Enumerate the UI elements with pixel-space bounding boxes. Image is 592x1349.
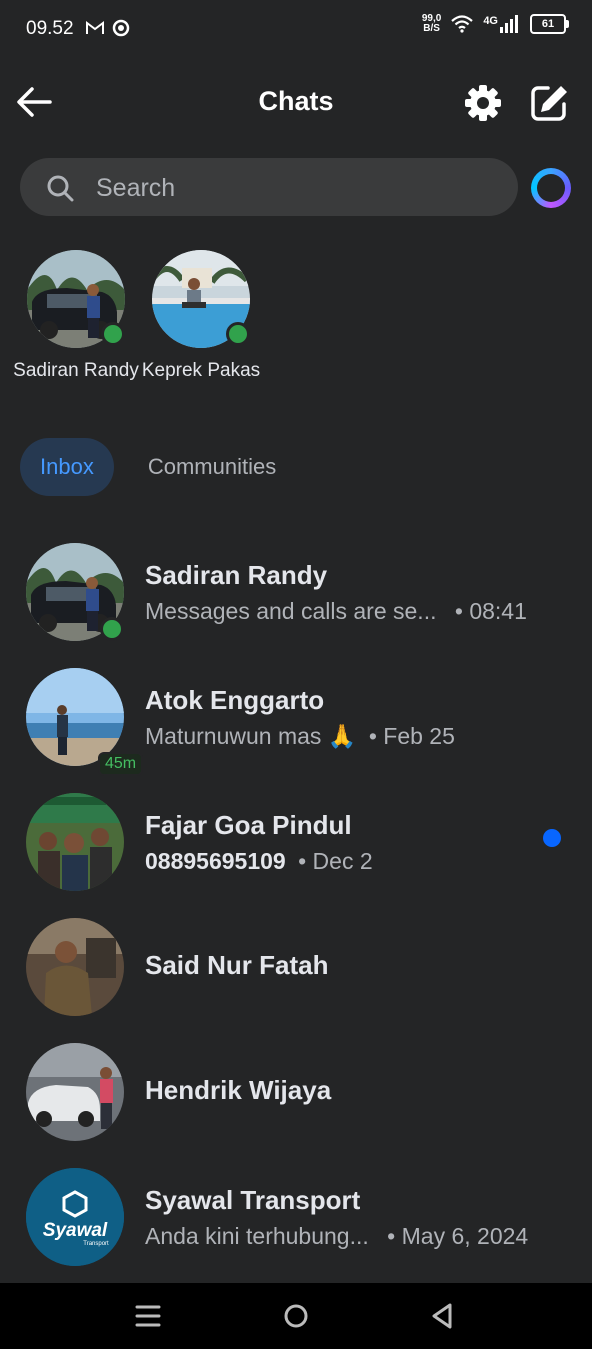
chat-time: • May 6, 2024 (387, 1223, 529, 1249)
notification-icon (112, 19, 130, 37)
chat-time: • Dec 2 (298, 848, 373, 874)
chat-row[interactable]: 45m Atok Enggarto Maturnuwun mas 🙏 • Feb… (0, 665, 592, 776)
header: Chats (0, 70, 592, 134)
home-circle-icon (284, 1304, 308, 1328)
system-nav-bar (0, 1283, 592, 1349)
chat-preview: Messages and calls are se... (145, 598, 437, 624)
compose-button[interactable] (528, 82, 572, 122)
logo-text: Syawal (43, 1220, 108, 1241)
avatar (26, 793, 124, 891)
chat-name: Sadiran Randy (145, 560, 328, 590)
chat-name: Syawal Transport (145, 1185, 361, 1215)
settings-button[interactable] (462, 82, 506, 122)
chat-row[interactable]: Syawal Transport Syawal Transport Anda k… (0, 1165, 592, 1269)
recents-button[interactable] (128, 1297, 168, 1335)
chat-row[interactable]: Said Nur Fatah (0, 915, 592, 1019)
status-time: 09.52 (26, 18, 74, 39)
chat-name: Said Nur Fatah (145, 950, 329, 980)
chat-name: Hendrik Wijaya (145, 1075, 332, 1105)
active-contact-name: Sadiran Randy (13, 360, 139, 381)
network-speed: 99,0 B/S (421, 13, 442, 34)
tab-communities[interactable]: Communities (128, 438, 296, 496)
network-type: 4G (483, 15, 498, 27)
chat-preview: Anda kini terhubung... (145, 1223, 369, 1249)
active-contact[interactable]: Sadiran Randy (11, 250, 141, 384)
avatar: Syawal Transport (26, 1168, 124, 1266)
status-bar: 09.52 99,0 B/S 4G 61 (0, 0, 592, 60)
chat-preview-line: Maturnuwun mas 🙏 • Feb 25 (145, 723, 455, 750)
chat-time: • Feb 25 (368, 723, 455, 749)
search-input[interactable] (94, 158, 498, 218)
online-indicator (100, 617, 124, 641)
chat-preview-line: Anda kini terhubung... • May 6, 2024 (145, 1223, 528, 1250)
chat-preview: 08895695109 (145, 848, 286, 874)
chat-preview: Maturnuwun mas 🙏 (145, 723, 357, 749)
back-nav-button[interactable] (422, 1297, 462, 1335)
back-triangle-icon (432, 1303, 452, 1329)
search-icon (47, 175, 74, 202)
active-time-badge: 45m (98, 752, 144, 776)
avatar (26, 1043, 124, 1141)
chat-row[interactable]: Hendrik Wijaya (0, 1040, 592, 1144)
home-button[interactable] (276, 1297, 316, 1335)
chat-time: • 08:41 (454, 598, 527, 624)
battery-icon: 61 (530, 14, 569, 34)
active-contact[interactable]: Keprek Pakas (136, 250, 266, 384)
wifi-icon (451, 15, 474, 33)
chat-preview-line: Messages and calls are se... • 08:41 (145, 598, 527, 625)
active-contact-name: Keprek Pakas (141, 360, 261, 381)
avatar (26, 918, 124, 1016)
meta-ai-button[interactable] (531, 168, 571, 208)
gear-icon (465, 85, 501, 121)
tab-inbox[interactable]: Inbox (20, 438, 114, 496)
unread-indicator (543, 829, 561, 847)
compose-icon (531, 86, 567, 121)
chat-name: Atok Enggarto (145, 685, 325, 715)
active-contacts: Sadiran Randy Keprek Pakas (0, 250, 592, 420)
search-bar[interactable] (20, 158, 518, 218)
online-indicator (101, 322, 125, 346)
chat-row[interactable]: Fajar Goa Pindul 08895695109 • Dec 2 (0, 790, 592, 894)
logo-subtext: Transport (83, 1241, 109, 1247)
chat-tabs: Inbox Communities (20, 438, 296, 496)
chat-row[interactable]: Sadiran Randy Messages and calls are se.… (0, 540, 592, 644)
gmail-icon (86, 21, 104, 34)
online-indicator (226, 322, 250, 346)
signal-icon (500, 15, 518, 33)
chat-name: Fajar Goa Pindul (145, 810, 352, 840)
menu-icon (135, 1305, 161, 1327)
chat-preview-line: 08895695109 • Dec 2 (145, 848, 373, 875)
